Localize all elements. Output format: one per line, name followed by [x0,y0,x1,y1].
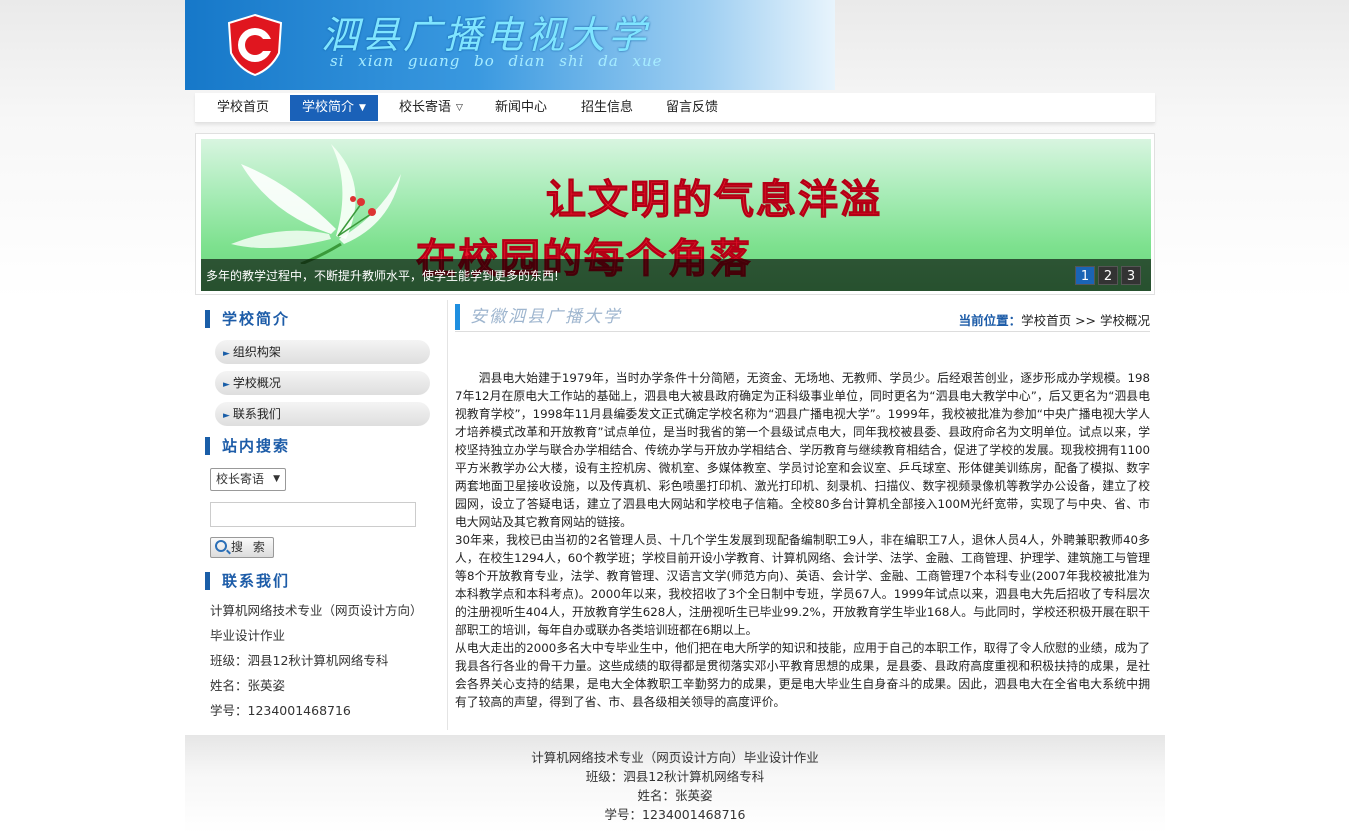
search-icon [215,540,227,552]
main-nav: 学校首页 学校简介 ▼ 校长寄语 ▽ 新闻中心 招生信息 留言反馈 [195,93,1155,123]
sidebar-item-organization[interactable]: ► 组织构架 [215,340,430,364]
chevron-down-icon: ▼ [359,103,366,113]
sidebar-item-label: 组织构架 [232,345,281,359]
nav-item-admissions[interactable]: 招生信息 [571,95,643,121]
nav-item-label: 学校简介 [302,100,355,115]
breadcrumb: 当前位置：学校首页 >> 学校概况 [959,310,1150,329]
c-logo-icon[interactable] [223,13,287,77]
site-subtitle: si xian guang bo dian shi da xue [330,52,663,70]
footer-line-class: 班级：泗县12秋计算机网络专科 [585,769,765,784]
footer-line-project: 计算机网络技术专业（网页设计方向）毕业设计作业 [531,750,819,765]
banner-slideshow[interactable]: 让文明的气息洋溢 在校园的每个角落 多年的教学过程中，不断提升教师水平，使学生能… [201,139,1151,291]
sidebar-heading-contact: 联系我们 [205,572,290,590]
lily-flower-image [231,144,401,264]
search-input[interactable] [210,502,416,527]
nav-item-feedback[interactable]: 留言反馈 [656,95,728,121]
arrow-right-icon: ► [223,349,230,359]
contact-line-project: 计算机网络技术专业（网页设计方向）毕业设计作业 [210,603,423,643]
search-button[interactable]: 搜 索 [210,537,274,558]
article-paragraph: 30年来，我校已由当初的2名管理人员、十几个学生发展到现配备编制职工9人，非在编… [455,533,1150,637]
site-footer: 计算机网络技术专业（网页设计方向）毕业设计作业 班级：泗县12秋计算机网络专科 … [185,735,1165,834]
banner-slogan-line1: 让文明的气息洋溢 [546,176,882,224]
search-select-value: 校长寄语 [216,472,265,486]
sidebar-heading-search: 站内搜索 [205,437,290,455]
contact-line-student-id: 学号：1234001468716 [210,703,351,718]
sidebar-heading-intro: 学校简介 [205,310,290,328]
banner-caption-bar: 多年的教学过程中，不断提升教师水平，使学生能学到更多的东西! 1 2 3 [201,259,1151,291]
sidebar-item-overview[interactable]: ► 学校概况 [215,371,430,395]
nav-item-home[interactable]: 学校首页 [205,95,281,121]
sidebar-item-label: 学校概况 [232,376,281,390]
nav-item-principal-message[interactable]: 校长寄语 ▽ [390,95,472,121]
contact-line-name: 姓名：张英姿 [210,678,286,693]
article-body: 泗县电大始建于1979年，当时办学条件十分简陋，无资金、无场地、无教师、学员少。… [455,369,1150,711]
article-paragraph: 泗县电大始建于1979年，当时办学条件十分简陋，无资金、无场地、无教师、学员少。… [455,371,1150,529]
arrow-right-icon: ► [223,380,230,390]
nav-item-label: 校长寄语 [399,100,452,115]
contact-line-class: 班级：泗县12秋计算机网络专科 [210,653,389,668]
search-button-label: 搜 索 [231,540,268,554]
slide-page-1[interactable]: 1 [1075,266,1095,285]
site-title: 泗县广播电视大学 [321,13,650,57]
search-category-select[interactable]: 校长寄语 ▼ [210,468,286,491]
banner-frame: 让文明的气息洋溢 在校园的每个角落 多年的教学过程中，不断提升教师水平，使学生能… [195,133,1155,295]
breadcrumb-label: 当前位置： [958,313,1022,328]
nav-item-label: 招生信息 [580,100,633,115]
nav-item-news[interactable]: 新闻中心 [485,95,557,121]
nav-item-label: 留言反馈 [665,100,718,115]
slide-page-2[interactable]: 2 [1098,266,1118,285]
slide-page-3[interactable]: 3 [1121,266,1141,285]
chevron-down-icon: ▽ [456,103,463,113]
arrow-right-icon: ► [223,411,230,421]
site-header: 泗县广播电视大学 si xian guang bo dian shi da xu… [185,0,835,90]
breadcrumb-path[interactable]: 学校首页 >> 学校概况 [1021,313,1150,328]
nav-item-label: 学校首页 [216,100,269,115]
nav-item-label: 新闻中心 [494,100,547,115]
sidebar-item-label: 联系我们 [232,407,281,421]
footer-line-student-id: 学号：1234001468716 [604,807,746,822]
article-paragraph: 从电大走出的2000多名大中专毕业生中，他们把在电大所学的知识和技能，应用于自己… [455,641,1150,709]
banner-caption: 多年的教学过程中，不断提升教师水平，使学生能学到更多的东西! [206,269,559,283]
nav-item-school-intro[interactable]: 学校简介 ▼ [290,95,378,121]
footer-line-name: 姓名：张英姿 [637,788,713,803]
sidebar-divider [447,300,448,730]
sidebar-item-contact[interactable]: ► 联系我们 [215,402,430,426]
content-section-title: 安徽泗县广播大学 [455,304,955,330]
chevron-down-icon: ▼ [273,474,280,484]
title-divider [455,331,1150,332]
